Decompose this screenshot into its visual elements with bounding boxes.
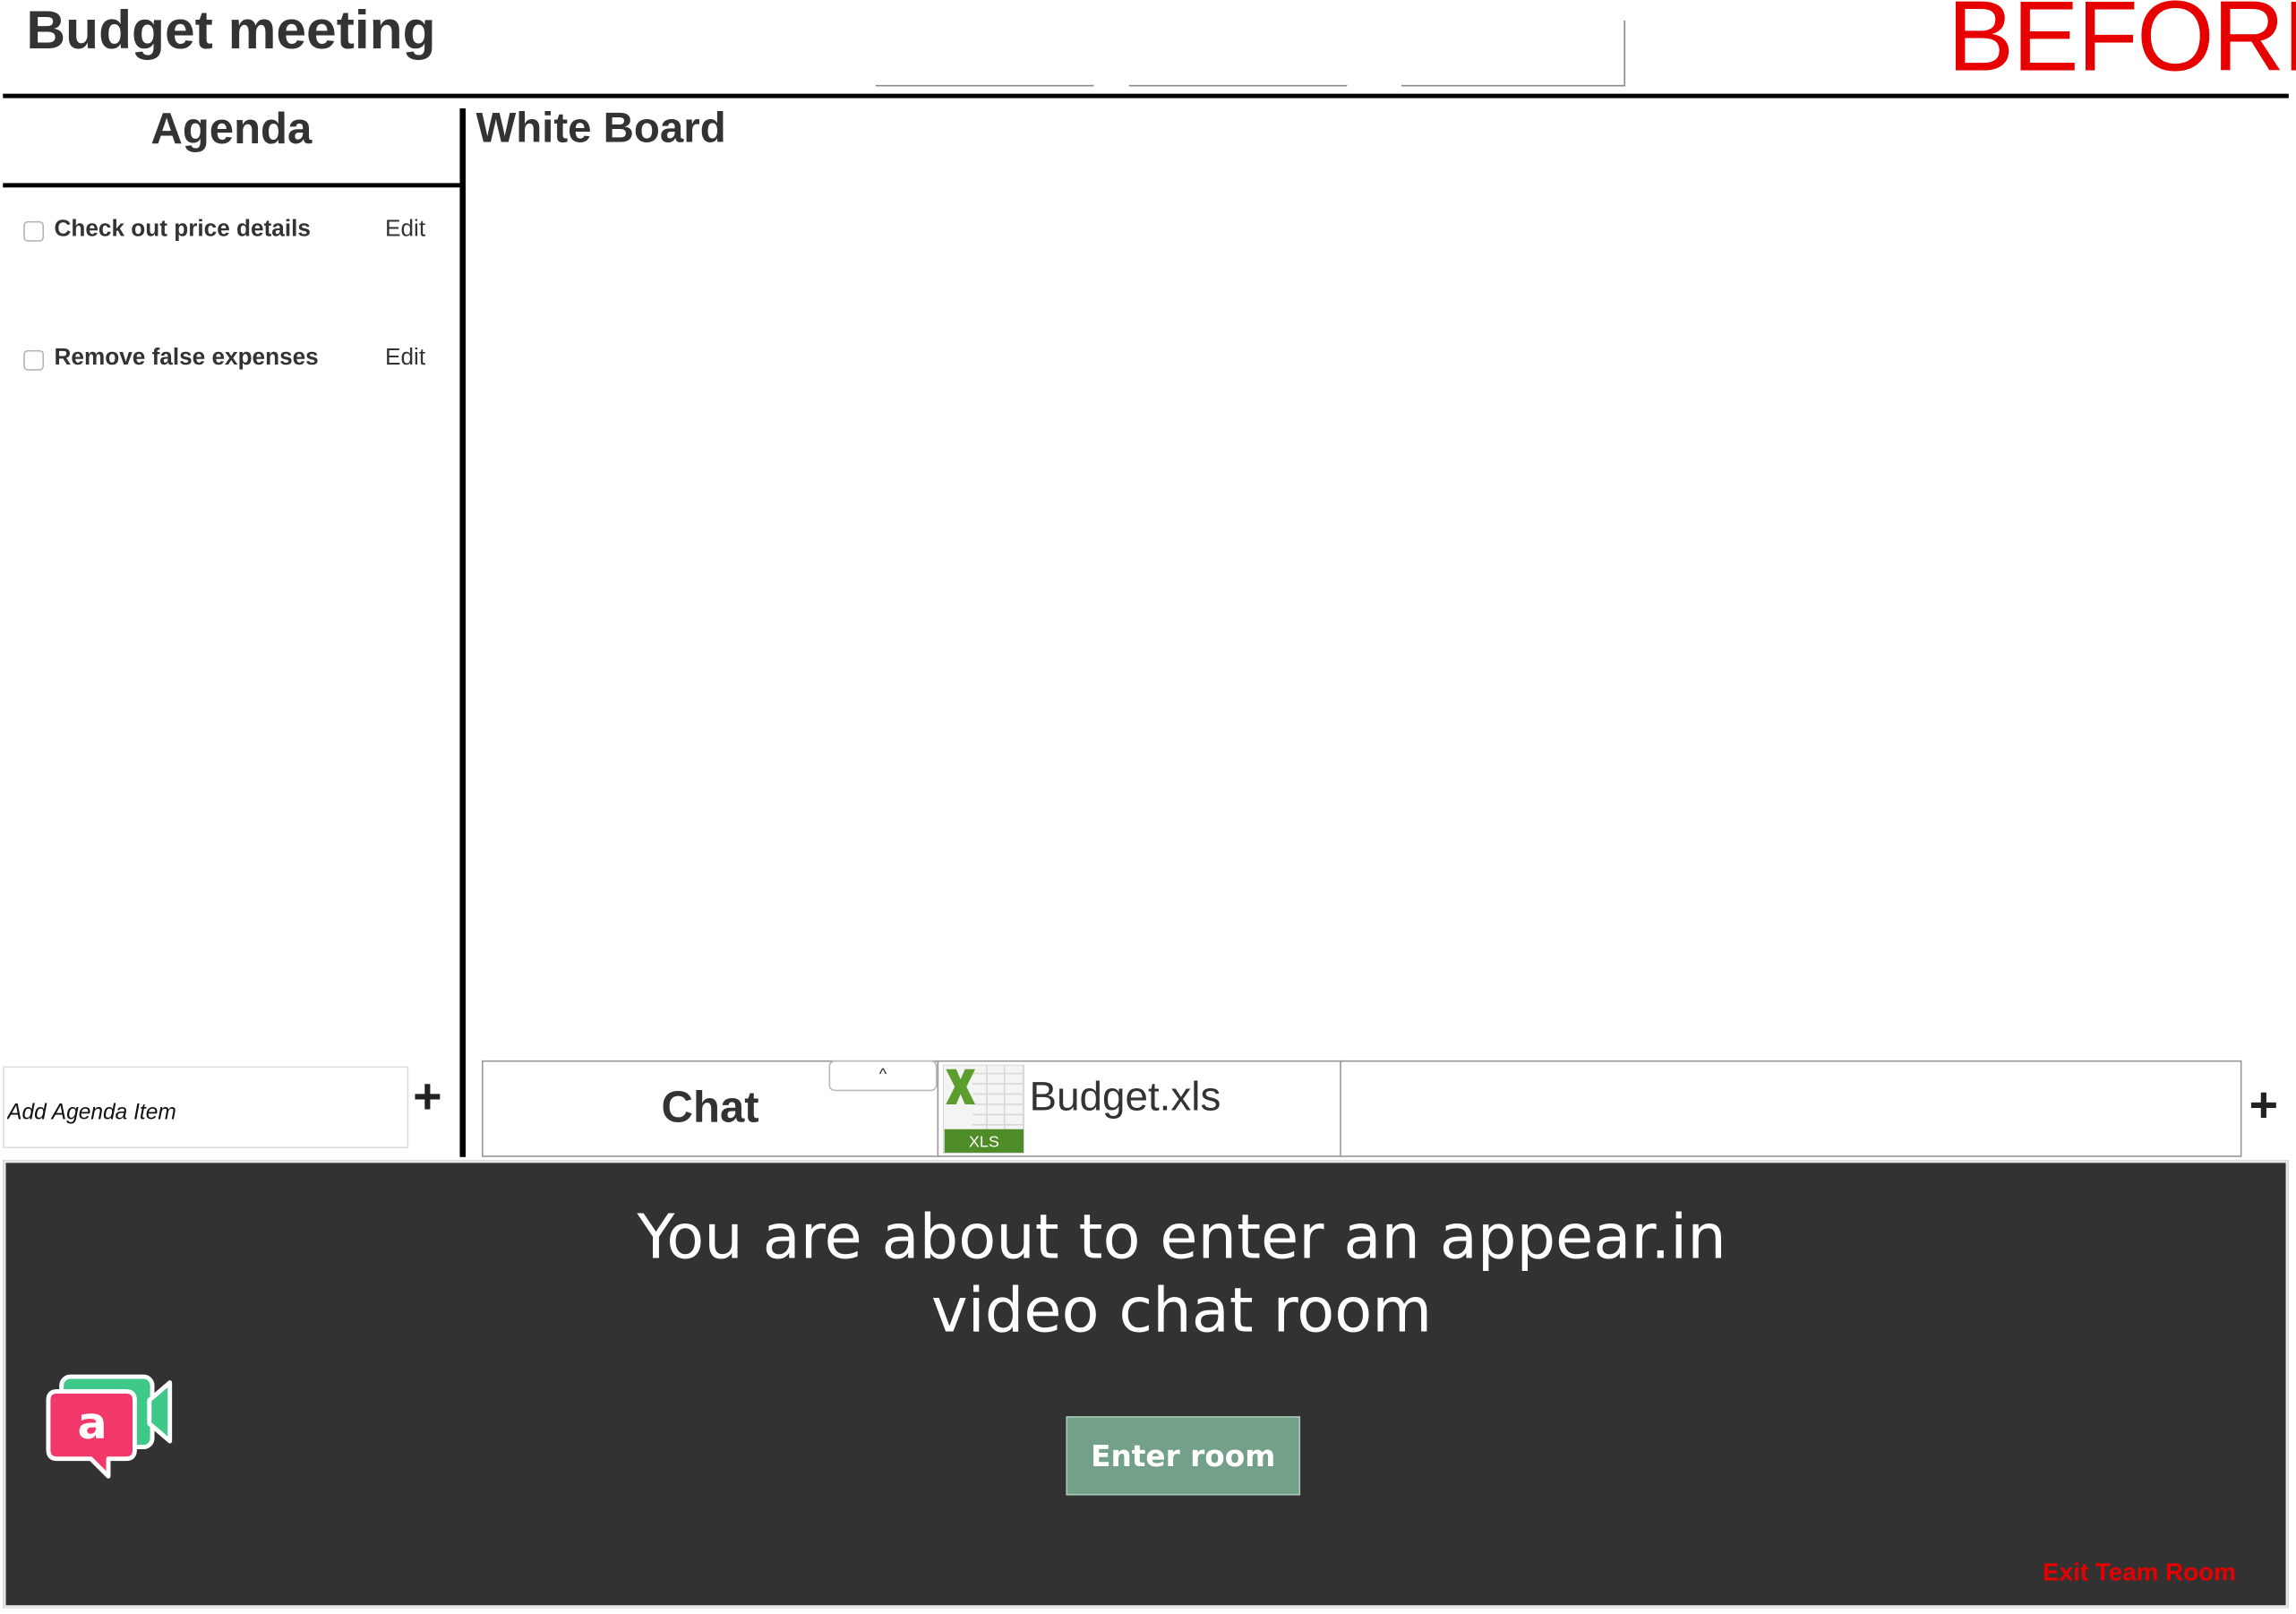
add-tab-button[interactable]: + (2249, 1077, 2278, 1135)
header-field-3[interactable] (1401, 20, 1626, 87)
video-chat-heading-line1: You are about to enter an appear.in (637, 1200, 1726, 1273)
header-divider (3, 93, 2289, 99)
whiteboard-heading: White Board (475, 105, 726, 153)
excel-file-icon: XLS (942, 1063, 1025, 1155)
logo-letter: a (77, 1397, 107, 1449)
agenda-item-label: Check out price details (54, 217, 311, 242)
agenda-item-edit-link[interactable]: Edit (385, 217, 425, 243)
agenda-item-checkbox[interactable] (23, 220, 45, 242)
add-agenda-item-input[interactable] (4, 1068, 407, 1147)
header-field-1[interactable] (875, 21, 1094, 87)
header-field-2[interactable] (1128, 21, 1348, 87)
whiteboard-canvas[interactable] (468, 164, 2292, 1050)
chat-tab-label: Chat (661, 1084, 759, 1133)
add-agenda-item-field (3, 1066, 409, 1148)
team-room-screen: Budget meeting BEFORE Agenda Check out p… (0, 0, 2296, 1614)
video-chat-heading-line2: video chat room (930, 1274, 1433, 1346)
appear-in-logo-icon: a (41, 1374, 176, 1482)
file-badge-text: XLS (969, 1132, 999, 1150)
meeting-title: Budget meeting (26, 0, 436, 61)
agenda-item-edit-link[interactable]: Edit (385, 346, 425, 372)
exit-team-room-link[interactable]: Exit Team Room (2043, 1558, 2236, 1588)
video-chat-heading: You are about to enter an appear.in vide… (3, 1201, 2296, 1348)
chat-collapse-button[interactable]: ^ (828, 1060, 938, 1092)
enter-room-button[interactable]: Enter room (1066, 1416, 1301, 1496)
agenda-item: Remove false expenses Edit (23, 346, 433, 381)
file-tab-label: Budget.xls (1029, 1073, 1221, 1120)
agenda-item: Check out price details Edit (23, 217, 433, 252)
agenda-item-label: Remove false expenses (54, 345, 319, 371)
agenda-heading: Agenda (150, 105, 313, 154)
agenda-item-checkbox[interactable] (23, 349, 45, 371)
add-agenda-item-button[interactable]: + (413, 1068, 441, 1126)
panel-divider (459, 108, 466, 1157)
agenda-divider (3, 183, 460, 188)
stage-label: BEFORE (1947, 0, 2296, 93)
